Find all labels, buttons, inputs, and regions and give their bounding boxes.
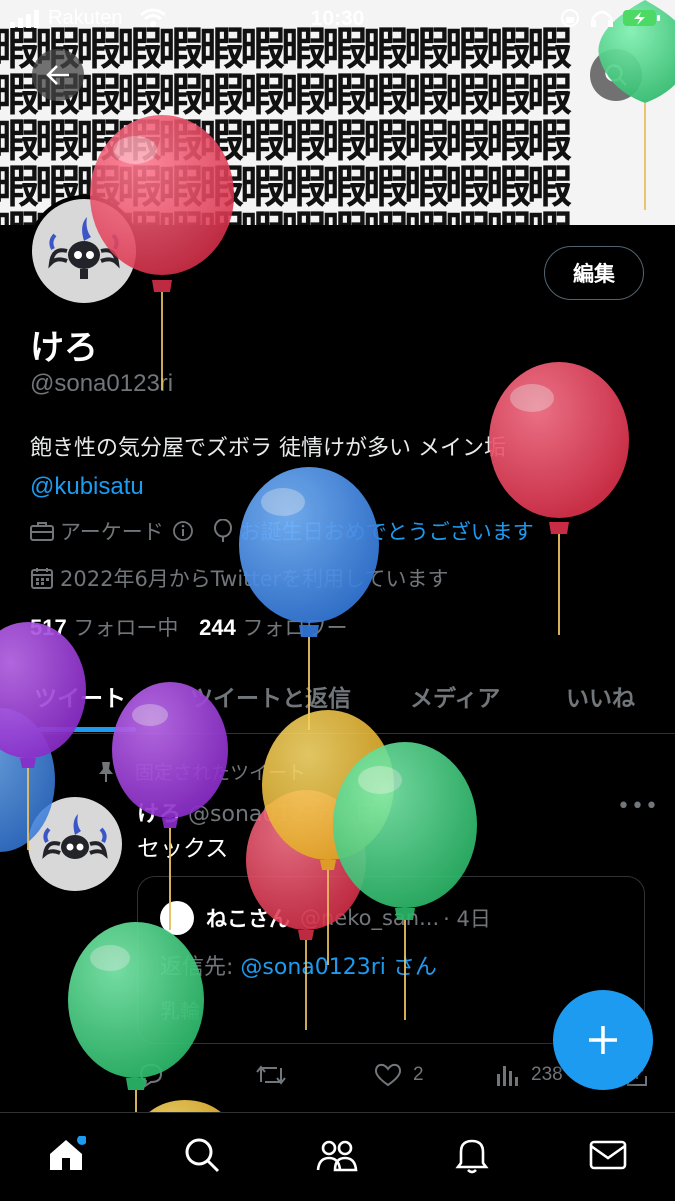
profile-handle: @sona0123ri [30, 370, 174, 397]
profile-meta-row: アーケード お誕生日おめでとうございます [30, 516, 534, 546]
info-icon[interactable] [172, 520, 194, 542]
tab-tweets[interactable]: ツイート [34, 679, 126, 713]
reply-prefix: 返信先: [160, 955, 234, 980]
pinned-label: 固定されたツイート [135, 762, 307, 784]
lock-rotation-icon [561, 9, 579, 27]
following-count: 517 [30, 615, 67, 640]
like-count: 2 [413, 1064, 424, 1085]
nav-communities[interactable] [315, 1133, 359, 1177]
followers-label: フォロワー [242, 616, 348, 640]
arrow-left-icon [46, 65, 69, 85]
compose-tweet-button[interactable] [553, 990, 653, 1090]
profile-name: けろ [30, 328, 98, 368]
joined-date: 2022年6月からTwitterを利用しています [60, 567, 449, 591]
home-icon [50, 1136, 86, 1170]
avatar-illustration [42, 814, 108, 859]
balloon-icon [213, 519, 232, 542]
follow-stats: 517 フォロー中 244 フォロワー [30, 612, 348, 642]
battery-icon [623, 10, 660, 26]
analytics-icon [497, 1066, 518, 1086]
briefcase-icon [30, 522, 54, 541]
mail-icon [589, 1140, 627, 1170]
reply-icon [139, 1063, 163, 1088]
banner-pattern: 暇暇暇暇暇暇暇暇暇暇暇暇暇暇 暇暇暇暇暇暇暇暇暇暇暇暇暇暇 暇暇暇暇暇暇暇暇暇暇… [0, 22, 572, 226]
quote-text: 乳輪 [160, 999, 200, 1023]
search-button[interactable] [590, 49, 642, 101]
retweet-button[interactable] [255, 1062, 287, 1088]
search-icon [185, 1138, 220, 1173]
tweet-text: セックス [137, 836, 229, 862]
search-icon [605, 64, 627, 86]
view-count: 238 [531, 1064, 563, 1085]
quote-header: ねこさん @neko_san... · 4日 [160, 901, 491, 935]
bio-link[interactable]: @kubisatu [30, 468, 650, 506]
quote-author-name: ねこさん [206, 907, 290, 931]
tab-tweets-replies[interactable]: ツイートと返信 [190, 679, 351, 713]
bottom-navigation [0, 1112, 675, 1201]
headphones-icon [591, 10, 613, 27]
tweet-time: 4日 [340, 802, 377, 827]
status-bar: Rakuten 10:30 [0, 0, 675, 38]
tweet-author-avatar[interactable] [28, 797, 122, 891]
profile-avatar[interactable] [28, 195, 140, 307]
nav-notifications[interactable] [450, 1133, 494, 1177]
profile-tabs: ツイート ツイートと返信 メディア いいね [0, 665, 675, 734]
followers-link[interactable]: 244 フォロワー [199, 615, 348, 640]
reply-target[interactable]: @sona0123ri さん [240, 955, 437, 980]
edit-profile-button[interactable]: 編集 [544, 246, 644, 300]
pin-icon [99, 761, 113, 782]
avatar-illustration [48, 217, 120, 279]
profile-category: アーケード [60, 520, 164, 544]
plus-icon [589, 1026, 617, 1054]
bell-icon [455, 1139, 489, 1174]
tab-likes[interactable]: いいね [566, 679, 635, 713]
calendar-icon [31, 568, 53, 589]
communities-icon [316, 1140, 358, 1172]
nav-search[interactable] [180, 1133, 224, 1177]
heart-icon [374, 1063, 402, 1087]
bio-text: 飽き性の気分屋でズボラ 徒情けが多い メイン垢 [30, 436, 506, 461]
following-link[interactable]: 517 フォロー中 [30, 615, 179, 640]
tweet-author-handle: @sona0123ri [188, 802, 334, 827]
back-button[interactable] [32, 49, 84, 101]
tweet-header: けろ @sona0123ri 4日 [137, 796, 377, 828]
quote-reply-to: 返信先: @sona0123ri さん [160, 949, 437, 981]
birthday-text: お誕生日おめでとうございます [239, 520, 534, 544]
tweet-author-name[interactable]: けろ [137, 802, 181, 827]
tab-media[interactable]: メディア [410, 679, 500, 713]
nav-messages[interactable] [586, 1133, 630, 1177]
nav-home[interactable] [44, 1133, 88, 1177]
pinned-label-row: 固定されたツイート [95, 758, 306, 785]
more-options-icon[interactable]: ••• [617, 794, 659, 819]
retweet-icon [256, 1065, 286, 1085]
profile-bio: 飽き性の気分屋でズボラ 徒情けが多い メイン垢 @kubisatu [30, 430, 650, 506]
quote-time: · 4日 [443, 907, 491, 931]
views-button[interactable]: 238 [495, 1062, 563, 1088]
active-tab-indicator [38, 727, 136, 732]
quote-author-handle: @neko_san... [300, 906, 440, 930]
following-label: フォロー中 [73, 616, 179, 640]
reply-button[interactable] [137, 1062, 165, 1088]
quote-author-avatar [160, 901, 194, 935]
like-button[interactable]: 2 [373, 1062, 424, 1088]
followers-count: 244 [199, 615, 236, 640]
joined-row: 2022年6月からTwitterを利用しています [30, 563, 449, 593]
